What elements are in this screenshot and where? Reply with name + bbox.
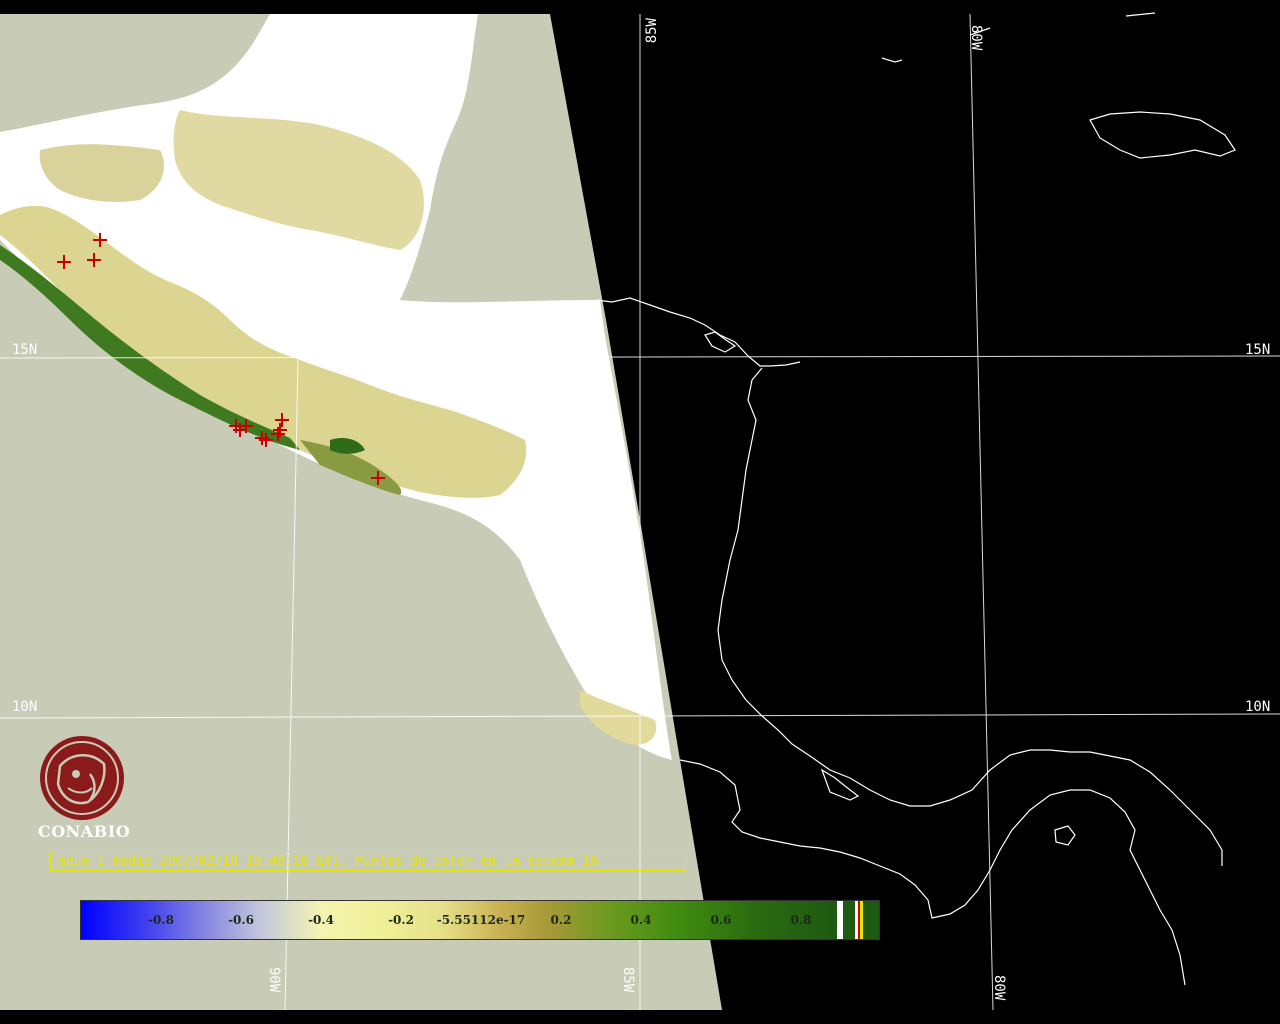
lat-label-10n-left: 10N	[12, 699, 37, 715]
lat-label-15n-left: 15N	[12, 342, 37, 358]
lat-label-15n-right: 15N	[1245, 342, 1270, 358]
scene-caption: aqua-1 modis 2007/02/18 19:48:16 EVI, Pu…	[50, 851, 686, 871]
conabio-logo-text: CONABIO	[38, 822, 131, 841]
colorbar-tail-end	[863, 901, 879, 939]
colorbar-label: -0.4	[308, 913, 334, 927]
evi-colorbar: -0.8 -0.6 -0.4 -0.2 -5.55112e-17 0.2 0.4 0.6 0.8	[80, 900, 880, 940]
lon-label-85w-top: 85W	[644, 17, 660, 43]
lon-label-85w-bottom: 85W	[620, 967, 636, 993]
colorbar-label: 0.6	[710, 913, 732, 927]
lon-label-80w-top: 80W	[968, 25, 984, 51]
colorbar-label: -0.2	[388, 913, 414, 927]
colorbar-tail-dark	[843, 901, 855, 939]
colorbar-label: 0.8	[790, 913, 812, 927]
colorbar-label: -5.55112e-17	[436, 913, 526, 927]
lat-label-10n-right: 10N	[1245, 699, 1270, 715]
conabio-logo-icon	[40, 736, 124, 820]
lon-label-80w-bottom: 80W	[991, 975, 1007, 1001]
colorbar-label: 0.4	[630, 913, 652, 927]
colorbar-label: -0.6	[228, 913, 254, 927]
colorbar-label: -0.8	[148, 913, 174, 927]
colorbar-label: 0.2	[550, 913, 572, 927]
lon-label-90w-bottom: 90W	[266, 967, 282, 993]
